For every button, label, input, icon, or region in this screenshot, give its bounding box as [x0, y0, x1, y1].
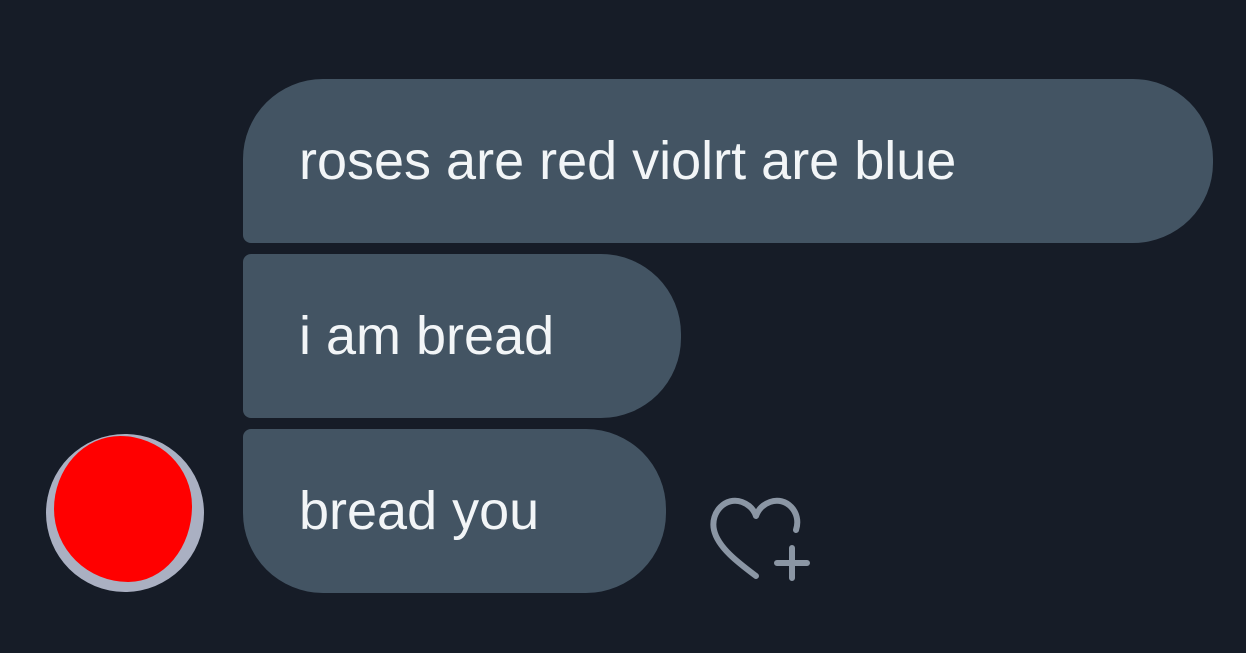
avatar-redaction [54, 436, 192, 582]
avatar[interactable] [46, 434, 204, 592]
message-text: bread you [299, 481, 540, 541]
react-button[interactable] [700, 488, 818, 588]
message-text: i am bread [299, 306, 555, 366]
message-bubble[interactable]: bread you [243, 429, 666, 593]
message-bubble[interactable]: i am bread [243, 254, 681, 418]
heart-plus-icon [710, 497, 810, 581]
message-bubble[interactable]: roses are red violrt are blue [243, 79, 1213, 243]
message-text: roses are red violrt are blue [299, 131, 957, 191]
